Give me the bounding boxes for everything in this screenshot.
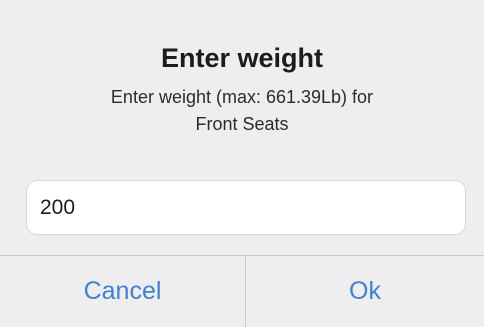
dialog-message-line-2: Front Seats (195, 114, 289, 134)
enter-weight-dialog: Enter weight Enter weight (max: 661.39Lb… (0, 0, 484, 327)
ok-button[interactable]: Ok (246, 256, 484, 327)
dialog-title: Enter weight (160, 43, 323, 73)
dialog-message-line-1: Enter weight (max: 661.39Lb) for (110, 87, 374, 107)
cancel-button[interactable]: Cancel (0, 256, 245, 327)
weight-input[interactable] (26, 180, 466, 235)
dialog-message: Enter weight (max: 661.39Lb) for Front S… (40, 84, 444, 138)
